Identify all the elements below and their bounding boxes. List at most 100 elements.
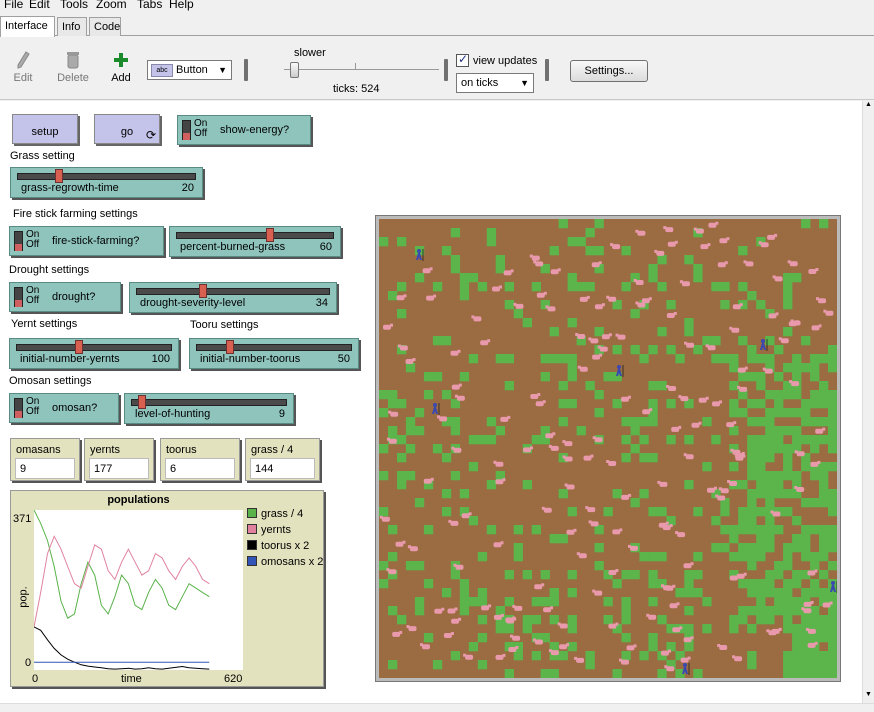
grass-patch <box>379 408 389 418</box>
widget-type-select[interactable]: abc Button ▼ <box>147 60 232 80</box>
grass-patch <box>468 462 479 472</box>
grass-patch <box>747 444 757 454</box>
switch-knob <box>14 398 23 418</box>
grass-patch <box>684 642 694 652</box>
drought-switch[interactable]: On Off drought? <box>9 282 121 312</box>
go-button[interactable]: go ⟳ <box>94 114 160 144</box>
grass-patch <box>783 453 793 463</box>
grass-patch <box>747 399 757 409</box>
grass-patch <box>765 525 775 535</box>
plot-xmin-label: 0 <box>32 673 39 685</box>
grass-patch <box>549 615 559 625</box>
fire-stick-farming-switch[interactable]: On Off fire-stick-farming? <box>9 226 164 256</box>
menu-zoom[interactable]: Zoom <box>96 0 127 11</box>
grass-patch <box>621 570 631 580</box>
switch-on-off-labels: On Off <box>26 396 40 417</box>
slider-handle[interactable] <box>138 395 147 409</box>
drought-severity-slider[interactable]: drought-severity-level 34 <box>129 282 337 313</box>
grass-patch <box>567 354 577 364</box>
slider-handle[interactable] <box>225 340 234 354</box>
monitor-name: yernts <box>90 444 120 456</box>
grass-patch <box>747 588 757 598</box>
horizontal-scrollbar[interactable] <box>0 703 874 712</box>
grass-patch <box>801 615 811 625</box>
slider-handle[interactable] <box>266 228 274 242</box>
grass-patch <box>397 471 407 481</box>
grass-patch <box>684 435 694 445</box>
grass-patch <box>828 390 837 400</box>
menu-edit[interactable]: Edit <box>29 0 50 11</box>
grass-patch <box>468 516 479 526</box>
drought-label: drought? <box>52 291 96 303</box>
grass-patch <box>648 507 658 517</box>
legend-item: yernts <box>247 524 291 536</box>
view-updates-checkbox[interactable] <box>456 52 469 67</box>
delete-button[interactable]: Delete <box>54 51 92 84</box>
percent-burned-slider[interactable]: percent-burned-grass 60 <box>169 226 341 257</box>
grass-patch <box>495 354 505 364</box>
grass-patch <box>388 390 398 400</box>
grass-patch <box>738 246 748 256</box>
grass-patch <box>459 372 470 382</box>
grass-patch <box>621 606 631 616</box>
omosan-switch[interactable]: On Off omosan? <box>9 393 119 423</box>
grass-patch <box>441 246 452 256</box>
slider-handle[interactable] <box>75 340 84 354</box>
grass-patch <box>783 363 793 373</box>
initial-yernts-slider[interactable]: initial-number-yernts 100 <box>9 338 179 369</box>
grass-patch <box>828 363 837 373</box>
grass-regrowth-slider[interactable]: grass-regrowth-time 20 <box>10 167 203 198</box>
speed-slider-track[interactable] <box>284 69 439 70</box>
grass-patch <box>783 606 793 616</box>
grass-patch <box>801 435 811 445</box>
grass-patch <box>585 651 595 661</box>
world-view[interactable] <box>375 215 841 682</box>
legend-label: omosans x 2 <box>261 556 324 568</box>
vertical-scrollbar[interactable]: ▲ ▼ <box>862 101 874 703</box>
grass-patch <box>711 282 721 292</box>
add-button[interactable]: Add <box>106 51 136 84</box>
tab-code[interactable]: Code <box>89 17 121 36</box>
menu-file[interactable]: File <box>4 0 23 11</box>
switch-on-off-labels: On Off <box>26 285 40 306</box>
grass-patch <box>504 669 514 678</box>
slider-handle[interactable] <box>54 169 63 183</box>
tab-interface[interactable]: Interface <box>0 16 55 37</box>
grass-patch <box>792 363 802 373</box>
scroll-up-icon[interactable]: ▲ <box>865 101 872 108</box>
grass-patch <box>468 354 479 364</box>
grass-patch <box>828 444 837 454</box>
grass-patch <box>792 624 802 634</box>
grass-patch <box>405 471 416 481</box>
slider-handle[interactable] <box>199 284 208 298</box>
edit-button[interactable]: Edit <box>10 51 36 84</box>
show-energy-switch[interactable]: On Off show-energy? <box>177 115 311 145</box>
grass-patch <box>756 372 766 382</box>
tab-info[interactable]: Info <box>57 17 87 36</box>
grass-patch <box>819 552 829 562</box>
settings-button[interactable]: Settings... <box>570 60 648 82</box>
monitor-value: 144 <box>250 458 315 479</box>
grass-patch <box>783 462 793 472</box>
grass-patch <box>729 363 739 373</box>
level-of-hunting-slider[interactable]: level-of-hunting 9 <box>124 393 294 424</box>
menu-help[interactable]: Help <box>169 0 194 11</box>
menu-tools[interactable]: Tools <box>60 0 88 11</box>
scroll-down-icon[interactable]: ▼ <box>865 691 872 698</box>
grass-patch <box>765 471 775 481</box>
grass-patch <box>594 561 604 571</box>
initial-toorus-slider[interactable]: initial-number-toorus 50 <box>189 338 359 369</box>
speed-slider-handle[interactable] <box>290 62 299 78</box>
grass-patch <box>747 660 757 670</box>
grass-patch <box>450 417 461 427</box>
grass-patch <box>459 489 470 499</box>
setup-button[interactable]: setup <box>12 114 78 144</box>
grass-patch <box>594 390 604 400</box>
grass-patch <box>810 435 820 445</box>
grass-patch <box>405 561 416 571</box>
world-canvas[interactable] <box>379 219 837 678</box>
update-mode-select[interactable]: on ticks ▼ <box>456 73 534 93</box>
grass-patch <box>828 408 837 418</box>
grass-patch <box>819 669 829 678</box>
menu-tabs[interactable]: Tabs <box>137 0 162 11</box>
